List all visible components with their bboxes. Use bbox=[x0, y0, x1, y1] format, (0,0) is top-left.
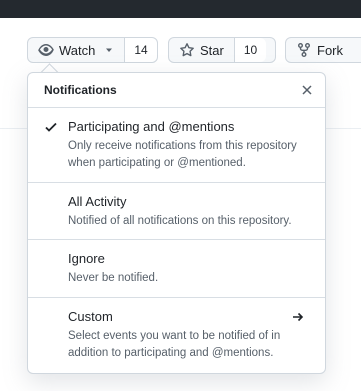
watch-button[interactable]: Watch bbox=[28, 38, 124, 62]
notifications-popover: Notifications Participating and @mention… bbox=[27, 72, 326, 374]
check-icon bbox=[44, 120, 58, 134]
repo-forked-icon bbox=[296, 42, 312, 58]
fork-label: Fork bbox=[317, 42, 343, 58]
triangle-down-icon bbox=[104, 45, 114, 55]
option-description: Notified of all notifications on this re… bbox=[68, 215, 292, 227]
popover-header: Notifications bbox=[28, 73, 325, 108]
star-button-group: Star 10 bbox=[168, 37, 276, 63]
option-participating[interactable]: Participating and @mentions Only receive… bbox=[28, 108, 325, 183]
option-description: Only receive notifications from this rep… bbox=[68, 140, 297, 169]
option-custom[interactable]: Custom Select events you want to be noti… bbox=[28, 298, 325, 373]
eye-icon bbox=[38, 42, 54, 58]
fork-button[interactable]: Fork bbox=[286, 38, 353, 62]
star-icon bbox=[179, 42, 195, 58]
arrow-right-icon bbox=[291, 310, 305, 324]
option-title: Custom bbox=[68, 309, 113, 324]
star-count[interactable]: 10 bbox=[233, 38, 267, 62]
option-description: Never be notified. bbox=[68, 272, 159, 284]
popover-title: Notifications bbox=[44, 83, 117, 97]
x-icon[interactable] bbox=[299, 82, 315, 98]
option-title: Participating and @mentions bbox=[68, 119, 235, 134]
option-title: All Activity bbox=[68, 194, 127, 209]
star-label: Star bbox=[200, 42, 224, 58]
option-all-activity[interactable]: All Activity Notified of all notificatio… bbox=[28, 183, 325, 240]
option-ignore[interactable]: Ignore Never be notified. bbox=[28, 240, 325, 298]
watch-label: Watch bbox=[59, 42, 96, 58]
option-description: Select events you want to be notified of… bbox=[68, 330, 281, 359]
watch-count[interactable]: 14 bbox=[124, 38, 157, 62]
option-title: Ignore bbox=[68, 251, 105, 266]
star-button[interactable]: Star bbox=[169, 38, 234, 62]
top-navigation-bar bbox=[0, 0, 361, 18]
watch-button-group: Watch 14 bbox=[27, 37, 158, 63]
fork-button-group: Fork bbox=[285, 37, 361, 63]
